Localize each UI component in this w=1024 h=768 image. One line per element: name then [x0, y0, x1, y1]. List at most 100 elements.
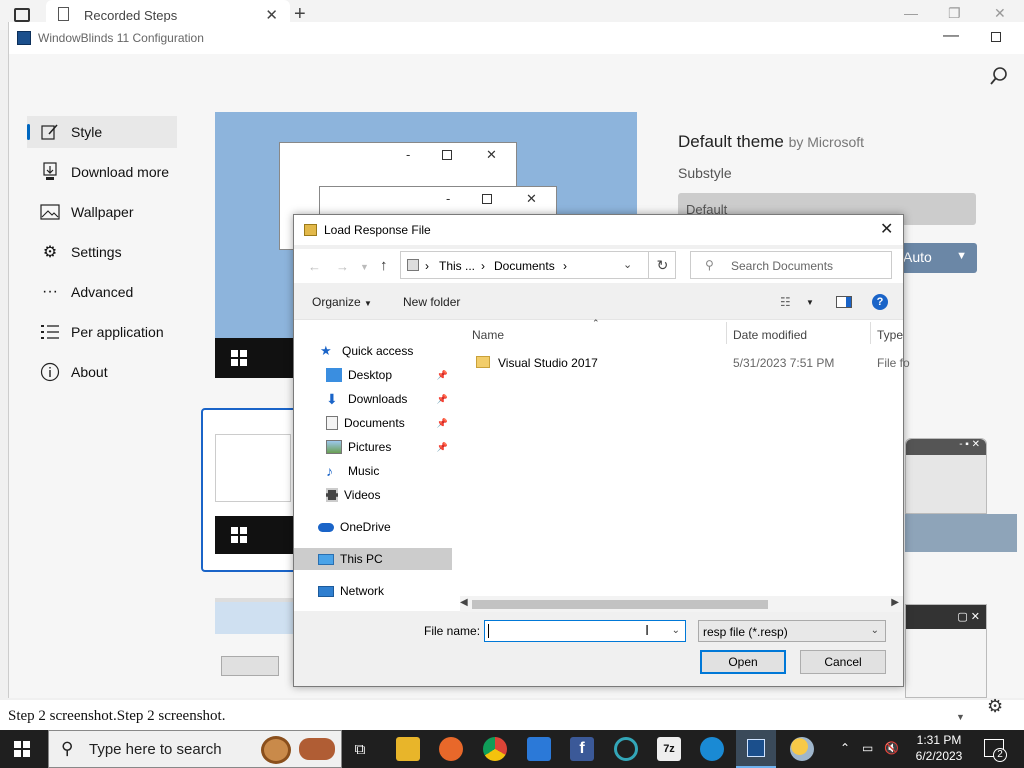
- network-icon[interactable]: ▭: [862, 741, 873, 755]
- show-hidden-icons-icon[interactable]: ⌃: [840, 741, 850, 755]
- dialog-command-bar: Organize ▼ New folder ☷ ▼ ?: [294, 287, 903, 317]
- text-cursor-icon: I: [645, 622, 650, 639]
- tree-item-videos[interactable]: Videos: [294, 484, 452, 506]
- facebook-icon[interactable]: f: [570, 737, 594, 761]
- nav-item-download-more[interactable]: Download more: [27, 156, 177, 188]
- breadcrumb-this-pc[interactable]: This ...: [439, 259, 475, 273]
- minimize-icon[interactable]: —: [904, 5, 918, 21]
- documents-icon: [326, 416, 338, 430]
- chevron-down-icon: ▼: [956, 250, 967, 262]
- nav-label: Wallpaper: [71, 204, 134, 220]
- taskbar-clock[interactable]: 1:31 PM 6/2/2023: [906, 732, 972, 764]
- scroll-down-icon[interactable]: ▼: [956, 712, 965, 722]
- close-icon[interactable]: ✕: [880, 219, 893, 239]
- chevron-down-icon[interactable]: ▼: [806, 298, 814, 307]
- tree-item-music[interactable]: ♪ Music: [294, 460, 452, 482]
- help-icon[interactable]: ?: [872, 294, 888, 310]
- tree-item-quick-access[interactable]: ★ Quick access: [294, 340, 452, 362]
- auto-dropdown-button[interactable]: Auto ▼: [895, 243, 977, 273]
- store-icon[interactable]: [527, 737, 551, 761]
- windowblinds-app-icon: [747, 739, 765, 757]
- notification-center-icon[interactable]: 2: [984, 739, 1007, 762]
- action-button[interactable]: [221, 656, 279, 676]
- tree-item-desktop[interactable]: Desktop 📌: [294, 364, 452, 386]
- column-date-modified[interactable]: Date modified: [733, 328, 807, 342]
- up-arrow-icon[interactable]: ↑: [380, 257, 388, 274]
- nav-item-style[interactable]: Style: [27, 116, 177, 148]
- windowblinds-app-icon: [17, 31, 31, 45]
- file-name-label: File name:: [424, 624, 481, 638]
- scrollbar-thumb[interactable]: [472, 600, 768, 609]
- recent-locations-icon[interactable]: ▼: [360, 262, 369, 272]
- nav-item-about[interactable]: About: [27, 356, 177, 388]
- back-arrow-icon[interactable]: ←: [308, 259, 321, 274]
- file-type-select[interactable]: resp file (*.resp) ⌄: [698, 620, 886, 642]
- view-options-icon[interactable]: ☷: [780, 295, 791, 309]
- search-documents-input[interactable]: ⚲ Search Documents: [690, 251, 892, 279]
- theme-preview-thumb[interactable]: ▢ ✕: [905, 604, 987, 698]
- tree-item-pictures[interactable]: Pictures 📌: [294, 436, 452, 458]
- column-divider: [870, 322, 871, 344]
- text-caret: [488, 624, 489, 638]
- scroll-right-icon[interactable]: ▶: [891, 597, 899, 608]
- folder-icon: [476, 356, 490, 368]
- file-row[interactable]: Visual Studio 2017 5/31/2023 7:51 PM Fil…: [460, 352, 910, 374]
- maximize-icon[interactable]: [991, 32, 1001, 42]
- minimize-icon[interactable]: —: [943, 27, 959, 45]
- cancel-button[interactable]: Cancel: [800, 650, 886, 674]
- thumb-titlebar: - ▪ ✕: [906, 439, 986, 455]
- horizontal-scrollbar[interactable]: ◀ ▶: [460, 596, 903, 612]
- restore-icon[interactable]: ❐: [948, 5, 961, 22]
- sort-ascending-icon: ⌃: [592, 318, 600, 328]
- chrome-icon[interactable]: [483, 737, 507, 761]
- start-button[interactable]: [14, 741, 30, 757]
- forward-arrow-icon[interactable]: →: [336, 259, 349, 274]
- file-explorer-icon[interactable]: [396, 737, 420, 761]
- tree-item-onedrive[interactable]: OneDrive: [294, 516, 452, 538]
- gear-icon[interactable]: ⚙: [987, 696, 1003, 717]
- tree-item-documents[interactable]: Documents 📌: [294, 412, 452, 434]
- weather-icon[interactable]: [790, 737, 814, 761]
- task-view-icon[interactable]: ⧉: [348, 737, 372, 761]
- opera-icon[interactable]: [614, 737, 638, 761]
- tree-item-downloads[interactable]: ⬇ Downloads 📌: [294, 388, 452, 410]
- new-folder-button[interactable]: New folder: [403, 295, 460, 309]
- scroll-left-icon[interactable]: ◀: [460, 597, 468, 608]
- navigation-tree: ★ Quick access Desktop 📌 ⬇ Downloads 📌 D…: [294, 320, 452, 612]
- nav-item-settings[interactable]: ⚙ Settings: [27, 236, 177, 268]
- chevron-right-icon: ›: [481, 259, 485, 273]
- nav-item-advanced[interactable]: ··· Advanced: [27, 276, 177, 308]
- refresh-icon[interactable]: ↻: [648, 252, 676, 278]
- search-icon[interactable]: [989, 66, 1009, 86]
- preview-pane-icon[interactable]: [836, 296, 852, 308]
- column-type[interactable]: Type: [877, 328, 903, 342]
- 7zip-icon[interactable]: 7z: [657, 737, 681, 761]
- tree-item-network[interactable]: Network: [294, 580, 452, 602]
- star-icon: ★: [320, 343, 332, 358]
- chevron-down-icon[interactable]: ⌄: [672, 625, 680, 636]
- edge-icon[interactable]: [700, 737, 724, 761]
- document-icon: [58, 7, 69, 21]
- theme-thumbnail[interactable]: [201, 408, 299, 572]
- windowblinds-icon[interactable]: [736, 730, 776, 768]
- volume-muted-icon[interactable]: 🔇: [884, 741, 899, 755]
- theme-preview-thumb[interactable]: - ▪ ✕: [905, 438, 987, 514]
- close-icon[interactable]: ✕: [994, 5, 1006, 22]
- tree-label: Network: [340, 584, 385, 598]
- nav-item-per-application[interactable]: Per application: [27, 316, 177, 348]
- tab-actions-icon[interactable]: [14, 8, 30, 22]
- nav-label: Style: [71, 124, 103, 140]
- taskbar-search-box[interactable]: ⚲ Type here to search: [48, 730, 342, 768]
- nav-item-wallpaper[interactable]: Wallpaper: [27, 196, 177, 228]
- address-bar[interactable]: › This ... › Documents › ⌄ ↻: [400, 251, 676, 279]
- dialog-navigation-bar: ← → ▼ ↑ › This ... › Documents › ⌄ ↻ ⚲ S…: [294, 249, 903, 283]
- organize-menu[interactable]: Organize ▼: [312, 295, 372, 309]
- theme-preview-strip: [905, 514, 1017, 552]
- column-name[interactable]: Name: [472, 328, 504, 342]
- open-button[interactable]: Open: [700, 650, 786, 674]
- firefox-icon[interactable]: [439, 737, 463, 761]
- tree-item-this-pc[interactable]: This PC: [294, 548, 452, 570]
- breadcrumb-documents[interactable]: Documents: [494, 259, 555, 273]
- chevron-down-icon[interactable]: ⌄: [623, 258, 632, 271]
- file-name-input[interactable]: I ⌄: [484, 620, 686, 642]
